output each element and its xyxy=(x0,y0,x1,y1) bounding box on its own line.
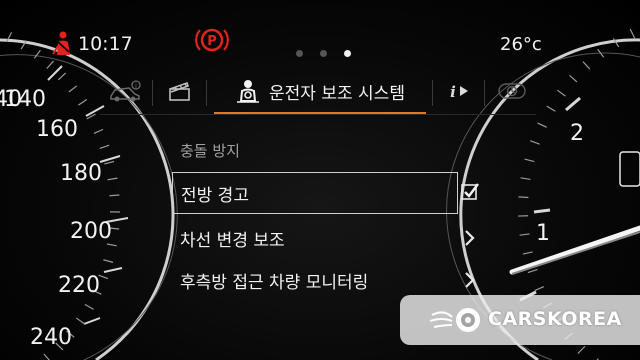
tab-separator xyxy=(432,80,433,106)
tab-separator xyxy=(206,80,207,106)
speedometer-label: 140 xyxy=(4,87,46,112)
media-icon xyxy=(169,81,190,101)
parking-brake-icon: P xyxy=(195,28,229,52)
speedometer-minor-tick xyxy=(107,177,118,181)
speedometer-minor-tick xyxy=(75,317,85,325)
speedometer-minor-tick xyxy=(57,72,67,81)
menu-item-label: 후측방 접근 차량 모니터링 xyxy=(180,272,369,293)
tachometer-label: 2 xyxy=(570,121,584,146)
checkbox-checked-icon[interactable] xyxy=(460,182,480,202)
tachometer-minor-tick xyxy=(546,105,556,112)
speedometer-label: 240 xyxy=(30,325,72,350)
status-bar: 10:17 P 26°c xyxy=(0,0,640,62)
gear-indicator-frame xyxy=(619,151,640,187)
menu-item-rear-cross-traffic[interactable]: 후측방 접근 차량 모니터링 xyxy=(172,260,456,300)
watermark-text: CARSKOREA xyxy=(488,308,622,330)
tachometer-minor-tick xyxy=(537,122,547,128)
page-dot-active xyxy=(344,50,351,57)
tachometer-minor-tick xyxy=(518,196,529,199)
chevron-right-icon[interactable] xyxy=(460,228,480,248)
tachometer-minor-tick xyxy=(530,140,540,145)
speedometer-minor-tick xyxy=(106,243,117,247)
tachometer-needle xyxy=(509,225,640,275)
menu-item-label: 전방 경고 xyxy=(181,185,249,206)
speedometer-label: 220 xyxy=(58,273,100,298)
speedometer-label: 180 xyxy=(60,161,102,186)
speedometer-tick xyxy=(103,267,123,273)
outside-temperature: 26°c xyxy=(500,34,542,55)
tachometer-tick xyxy=(565,96,581,112)
tab-driver-assist-label: 운전자 보조 시스템 xyxy=(269,83,405,104)
tachometer-minor-tick xyxy=(534,285,545,292)
car-info-icon: i xyxy=(110,80,141,102)
tachometer-minor-tick xyxy=(520,177,531,181)
tachometer-tick xyxy=(533,208,551,214)
page-dot xyxy=(320,50,327,57)
speedometer-minor-tick xyxy=(104,160,115,165)
speedometer-minor-tick xyxy=(46,60,54,69)
tachometer-label: 1 xyxy=(536,221,550,246)
tachometer-minor-tick xyxy=(527,268,538,274)
page-indicator xyxy=(296,42,368,61)
speedometer-minor-tick xyxy=(78,99,88,106)
menu-item-lane-change-assist[interactable]: 차선 변경 보조 xyxy=(172,218,456,258)
chevron-right-icon[interactable] xyxy=(460,270,480,290)
tab-separator xyxy=(152,80,153,106)
tachometer-minor-tick xyxy=(577,345,586,354)
tab-car-info[interactable]: i xyxy=(100,70,150,112)
tachometer-minor-tick xyxy=(569,74,578,83)
menu-item-forward-warning[interactable]: 전방 경고 xyxy=(172,172,458,214)
speedometer-minor-tick xyxy=(99,144,110,149)
instrument-cluster-display: 40 140 160 180 200 220 240 21 10:17 P 26°c xyxy=(0,0,640,360)
speedometer-minor-tick xyxy=(84,303,94,310)
tab-divider xyxy=(100,114,536,115)
seatbelt-warning-icon xyxy=(52,31,70,55)
svg-text:P: P xyxy=(207,34,217,49)
speedometer-minor-tick xyxy=(93,128,104,134)
speedometer-minor-tick xyxy=(43,353,50,360)
speedometer-minor-tick xyxy=(103,259,114,263)
tab-bar: i 운전자 보조 시스템 i xyxy=(100,70,536,116)
info-next-icon: i xyxy=(450,83,468,101)
tab-separator xyxy=(484,80,485,106)
carskorea-logo-icon xyxy=(430,308,480,332)
speedometer-minor-tick xyxy=(109,194,120,197)
svg-text:i: i xyxy=(450,83,456,101)
clock: 10:17 xyxy=(78,33,133,55)
page-dot xyxy=(296,50,303,57)
menu-item-label: 차선 변경 보조 xyxy=(180,230,285,251)
watermark-banner: CARSKOREA xyxy=(400,295,640,345)
tab-info[interactable]: i xyxy=(436,70,482,112)
section-title: 충돌 방지 xyxy=(180,142,240,160)
speedometer-tick xyxy=(83,317,101,325)
tachometer-minor-tick xyxy=(582,61,591,70)
speedometer-tick xyxy=(99,155,121,163)
eco-icon xyxy=(498,83,526,99)
svg-text:i: i xyxy=(135,82,137,90)
driver-assist-icon xyxy=(237,80,260,103)
tab-media[interactable] xyxy=(156,70,204,112)
tachometer-minor-tick xyxy=(524,158,535,163)
tachometer-minor-tick xyxy=(519,233,530,236)
speedometer-minor-tick xyxy=(68,85,78,93)
tachometer-needle-shadow xyxy=(511,231,640,275)
tab-driver-assist[interactable]: 운전자 보조 시스템 xyxy=(214,70,426,115)
tachometer-minor-tick xyxy=(557,89,566,97)
tachometer-minor-tick xyxy=(522,251,533,255)
speedometer-label: 160 xyxy=(36,117,78,142)
speedometer-label: 200 xyxy=(70,219,112,244)
tab-eco[interactable] xyxy=(488,70,536,112)
